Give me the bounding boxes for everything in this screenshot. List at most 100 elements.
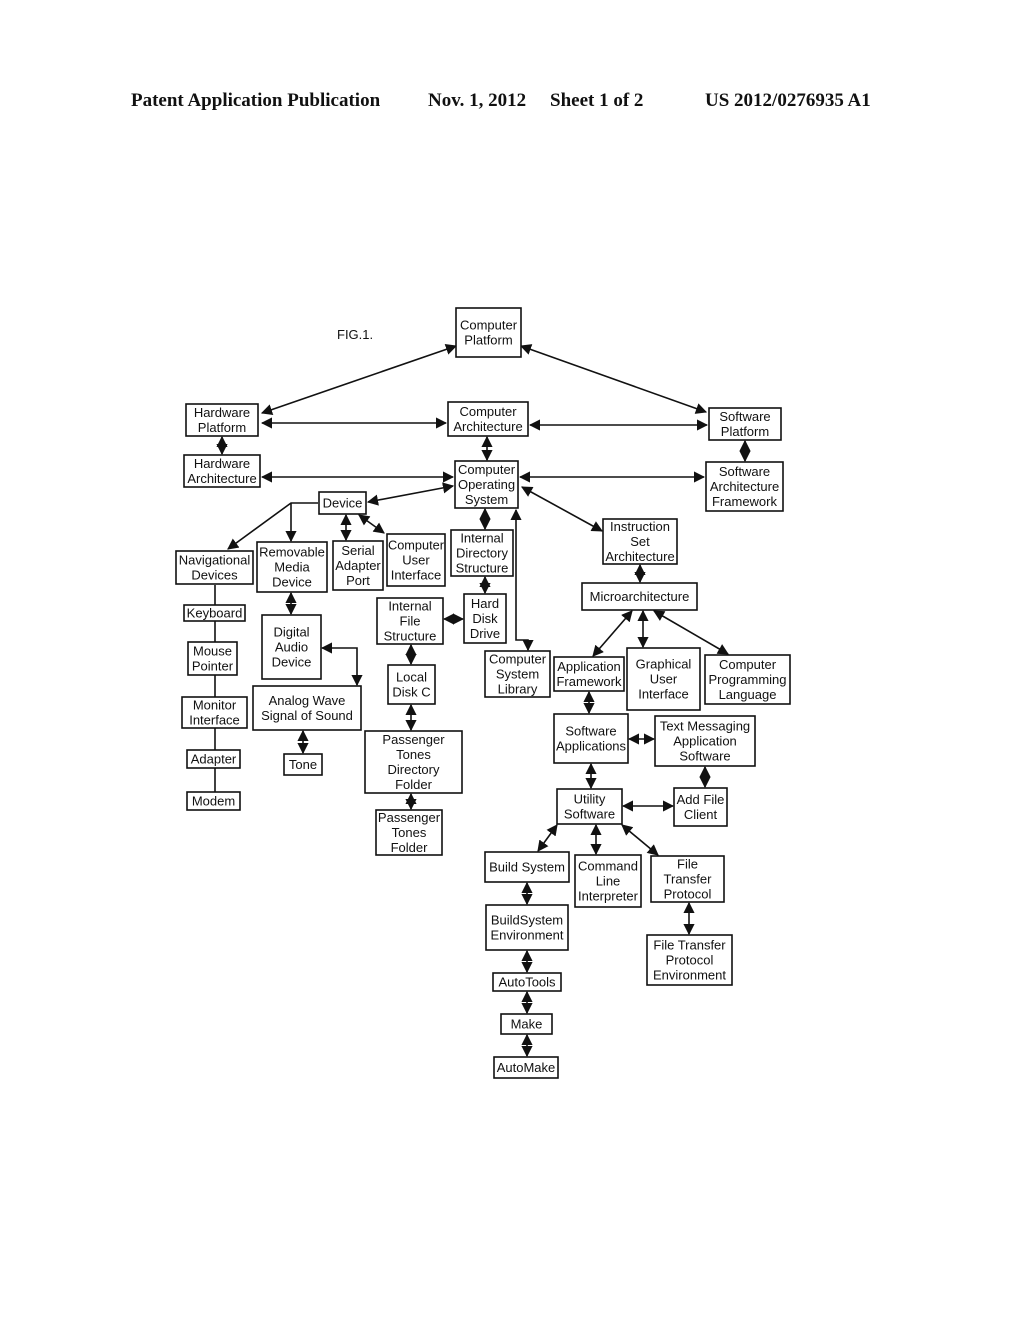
node-label: Mouse (193, 644, 232, 659)
node-label: System (465, 492, 508, 507)
node-label: Monitor (193, 698, 237, 713)
node-label: Computer (458, 462, 516, 477)
node-text-messaging-application-software: Text MessagingApplicationSoftware (654, 715, 756, 767)
node-label: Operating (458, 477, 515, 492)
node-label: Software (719, 409, 770, 424)
node-label: Interface (391, 568, 442, 583)
node-instruction-set-architecture: InstructionSetArchitecture (602, 518, 678, 565)
connector-digital-to-analog (320, 642, 363, 687)
node-computer-user-interface: ComputerUserInterface (386, 533, 446, 587)
node-label: Modem (192, 794, 235, 809)
node-hard-disk-drive: HardDiskDrive (463, 593, 507, 644)
node-label: Platform (198, 420, 246, 435)
node-label: Computer (459, 404, 517, 419)
node-analog-wave-signal: Analog WaveSignal of Sound (252, 685, 362, 731)
node-label: Folder (391, 840, 429, 855)
node-label: Drive (470, 626, 500, 641)
node-label: Make (511, 1017, 543, 1032)
node-label: Structure (456, 561, 509, 576)
connector-sw-plat-to-comp-plat (519, 344, 708, 414)
node-computer-architecture: ComputerArchitecture (447, 401, 529, 437)
node-hardware-platform: HardwarePlatform (185, 403, 259, 437)
node-automake: AutoMake (493, 1056, 559, 1079)
node-label: Platform (464, 333, 512, 348)
node-label: Microarchitecture (590, 589, 690, 604)
node-computer-operating-system: ComputerOperatingSystem (454, 460, 519, 509)
node-label: Framework (712, 494, 778, 509)
node-label: Folder (395, 777, 433, 792)
node-label: Adapter (191, 752, 237, 767)
node-label: Library (498, 682, 538, 697)
node-label: Architecture (710, 479, 779, 494)
node-passenger-tones-directory-folder: PassengerTonesDirectoryFolder (364, 730, 463, 794)
connector-cos-to-csl (510, 508, 534, 652)
node-label: Language (719, 687, 777, 702)
node-label: Passenger (382, 732, 445, 747)
node-label: Media (274, 560, 310, 575)
node-label: Internal (388, 599, 431, 614)
node-label: Devices (191, 568, 238, 583)
node-label: Analog Wave (269, 693, 346, 708)
node-modem: Modem (186, 791, 241, 811)
node-software-architecture-framework: SoftwareArchitectureFramework (705, 461, 784, 512)
node-label: Internal (460, 531, 503, 546)
node-label: Programming (708, 672, 786, 687)
node-autotools: AutoTools (492, 972, 562, 992)
node-label: Tone (289, 757, 317, 772)
node-label: Device (323, 496, 363, 511)
node-label: BuildSystem (491, 913, 563, 928)
node-label: Directory (387, 762, 440, 777)
node-label: Computer (719, 657, 777, 672)
node-label: Protocol (664, 887, 712, 902)
node-label: Digital (273, 625, 309, 640)
node-adapter: Adapter (186, 749, 241, 769)
node-hardware-architecture: HardwareArchitecture (183, 454, 261, 488)
node-label: Structure (384, 629, 437, 644)
node-label: Hardware (194, 456, 250, 471)
node-keyboard: Keyboard (183, 604, 246, 622)
node-label: Graphical (636, 657, 692, 672)
node-label: File Transfer (653, 938, 726, 953)
node-label: Audio (275, 640, 308, 655)
node-label: Add File (677, 792, 725, 807)
node-label: Tones (396, 747, 431, 762)
node-microarchitecture: Microarchitecture (581, 582, 698, 611)
node-mouse-pointer: MousePointer (187, 641, 238, 676)
node-internal-file-structure: InternalFileStructure (376, 597, 444, 645)
node-label: Signal of Sound (261, 708, 353, 723)
node-label: Client (684, 807, 718, 822)
node-label: Interface (189, 713, 240, 728)
connector-device-to-cui (358, 514, 385, 534)
node-label: Protocol (666, 953, 714, 968)
connector-micro-to-appfw (592, 610, 633, 657)
node-removable-media-device: RemovableMediaDevice (256, 541, 328, 593)
node-monitor-interface: MonitorInterface (181, 696, 248, 729)
node-label: Computer (489, 652, 547, 667)
node-label: File (677, 857, 698, 872)
node-label: Utility (574, 792, 606, 807)
node-digital-audio-device: DigitalAudioDevice (261, 614, 322, 680)
node-graphical-user-interface: GraphicalUserInterface (626, 647, 701, 711)
node-buildsystem-environment: BuildSystemEnvironment (485, 904, 569, 951)
node-add-file-client: Add FileClient (673, 787, 728, 827)
node-label: Software (565, 724, 616, 739)
node-label: Port (346, 573, 370, 588)
node-software-applications: SoftwareApplications (553, 713, 629, 764)
node-label: Pointer (192, 659, 234, 674)
node-label: Hardware (194, 405, 250, 420)
node-label: Hard (471, 596, 499, 611)
node-label: AutoTools (498, 975, 556, 990)
node-label: Software (564, 807, 615, 822)
node-application-framework: ApplicationFramework (553, 656, 625, 692)
node-label: Text Messaging (660, 719, 750, 734)
node-label: Transfer (664, 872, 713, 887)
node-label: Architecture (453, 419, 522, 434)
node-software-platform: SoftwarePlatform (708, 407, 782, 441)
connector-utility-to-ftp (621, 824, 659, 856)
node-internal-directory-structure: InternalDirectoryStructure (450, 529, 514, 577)
node-label: Set (630, 534, 650, 549)
node-label: Navigational (179, 553, 251, 568)
node-computer-system-library: ComputerSystemLibrary (484, 650, 551, 698)
node-label: Application (557, 659, 621, 674)
node-label: Application (673, 734, 737, 749)
